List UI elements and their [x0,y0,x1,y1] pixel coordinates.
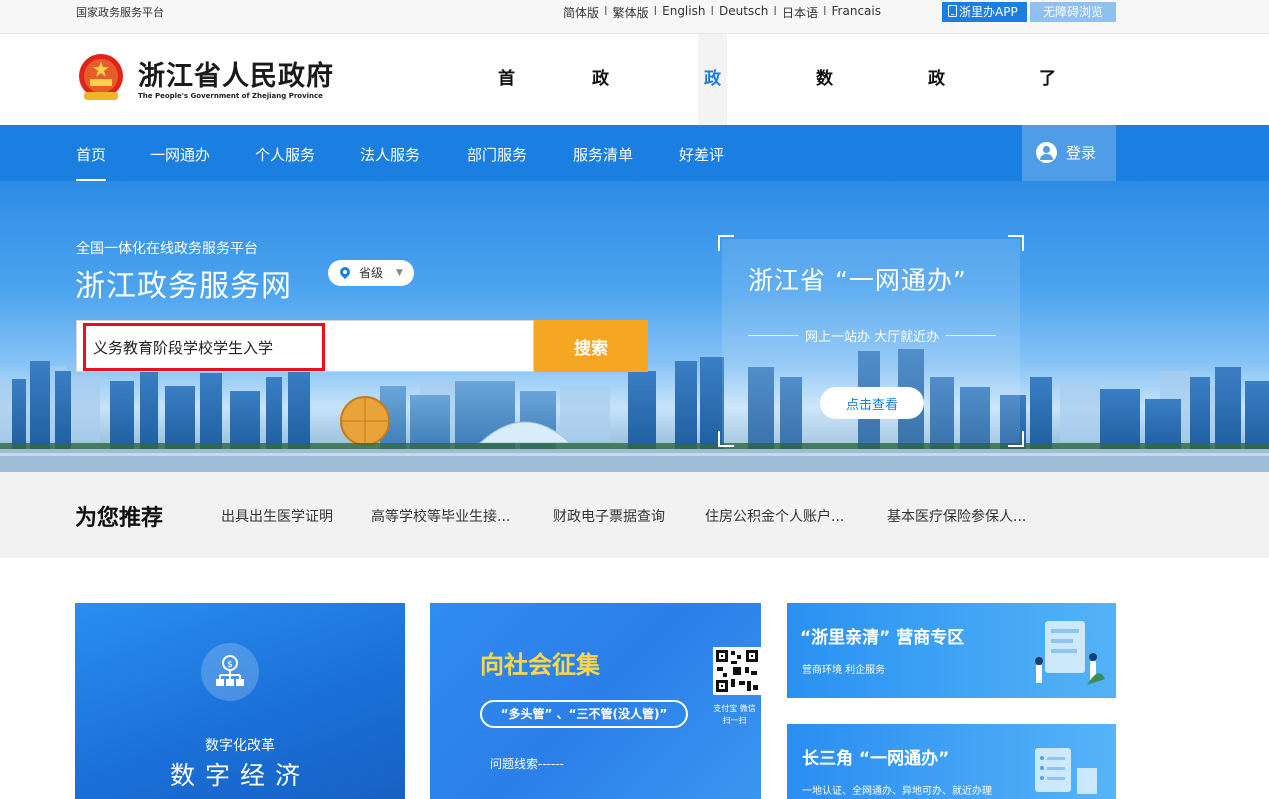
solicitation-pill: “多头管” 、“三不管(没人管)” [480,700,688,728]
recommend-link[interactable]: 基本医疗保险参保人... [887,506,1026,526]
business-illustration-icon [1035,621,1105,685]
region-label: 省级 [359,266,384,280]
subnav-personal[interactable]: 个人服务 [255,125,315,181]
lang-separator: I [604,4,608,18]
chevron-down-icon: ▼ [396,268,403,278]
recommend-heading: 为您推荐 [75,506,164,531]
divider-line [748,335,798,336]
digital-reform-card[interactable]: $ 数字化改革 数字经济 [75,603,405,799]
frame-corner [718,235,734,251]
hero-title: 浙江政务服务网 [75,269,292,304]
recommend-link[interactable]: 高等学校等毕业生接... [371,506,510,526]
recommend-link[interactable]: 出具出生医学证明 [221,506,333,526]
business-zone-subtitle: 营商环境 利企服务 [802,665,886,676]
login-label: 登录 [1066,144,1097,162]
lang-german[interactable]: Deutsch [719,4,768,21]
search-box [76,320,534,372]
lang-separator: I [822,4,827,18]
lang-separator: I [773,4,777,18]
app-download-button[interactable]: 浙里办APP [942,2,1027,22]
recommend-link[interactable]: 住房公积金个人账户... [705,506,844,526]
site-header: 浙江省人民政府 The People's Government of Zheji… [0,34,1269,362]
yangtze-delta-card[interactable]: 长三角 “一网通办” 一地认证、全网通办、异地可办、就近办理 [787,724,1116,799]
accessibility-button[interactable]: 无障碍浏览 [1030,2,1116,22]
nav-government-services[interactable]: 政务服务 [698,34,727,362]
user-icon [1036,142,1057,163]
lang-traditional[interactable]: 繁体版 [613,4,649,21]
nav-interaction[interactable]: 政民互动 [928,34,945,362]
recommend-bar: 为您推荐 出具出生医学证明 高等学校等毕业生接... 财政电子票据查询 住房公积… [0,472,1269,558]
frame-corner [1008,431,1024,447]
national-emblem-icon[interactable] [76,52,126,104]
public-solicitation-card[interactable]: 向社会征集 “多头管” 、“三不管(没人管)” 问题线索------ 支付宝 微… [430,603,761,799]
login-button[interactable]: 登录 [1022,125,1116,181]
business-zone-card[interactable]: “浙里亲清” 营商专区 营商环境 利企服务 [787,603,1116,698]
subnav-department[interactable]: 部门服务 [467,125,527,181]
subnav-one-stop[interactable]: 一网通办 [150,125,210,181]
lang-simplified[interactable]: 简体版 [563,4,599,21]
site-subtitle: The People's Government of Zhejiang Prov… [138,92,323,100]
yangtze-delta-title: 长三角 “一网通办” [802,749,950,769]
frame-corner [1008,235,1024,251]
site-title[interactable]: 浙江省人民政府 [138,54,334,93]
app-label: 浙里办APP [959,5,1018,19]
language-switcher: 简体版 I 繁体版 I English I Deutsch I 日本语 I Fr… [563,4,881,21]
solicitation-clue: 问题线索------ [490,757,564,771]
subnav-rating[interactable]: 好差评 [679,125,724,181]
promo-title: 浙江省 “一网通办” [748,266,967,295]
digital-reform-label: 数字化改革 [205,738,275,754]
region-selector[interactable]: 省级 ▼ [328,260,414,286]
subnav-service-list[interactable]: 服务清单 [573,125,633,181]
nav-open-data[interactable]: 数据开放 [816,34,833,362]
lang-separator: I [710,4,715,18]
lang-french[interactable]: Francais [832,4,881,21]
service-subnav: 首页 一网通办 个人服务 法人服务 部门服务 服务清单 好差评 登录 [0,125,1269,181]
nav-home[interactable]: 首页 [498,34,515,180]
view-details-button[interactable]: 点击查看 [820,387,924,419]
subnav-home[interactable]: 首页 [76,125,107,181]
search-input[interactable] [83,323,325,371]
phone-icon [948,5,957,17]
frame-corner [718,431,734,447]
promo-subtitle: 网上一站办 大厅就近办 [748,326,997,345]
recommend-link[interactable]: 财政电子票据查询 [553,506,665,526]
location-pin-icon [337,264,353,280]
qr-caption: 支付宝 微信 扫一扫 [713,704,756,725]
lang-separator: I [653,4,658,18]
hero-banner: 全国一体化在线政务服务平台 浙江政务服务网 省级 ▼ 搜索 浙江省 “一网通办”… [0,181,1269,472]
solicitation-title: 向社会征集 [480,651,600,679]
qr-code-icon [713,647,761,695]
org-chart-icon: $ [201,643,259,701]
nav-government-affairs[interactable]: 政务公开 [592,34,609,362]
search-button[interactable]: 搜索 [534,320,648,372]
hero-kicker: 全国一体化在线政务服务平台 [76,241,258,257]
business-zone-title: “浙里亲清” 营商专区 [800,628,965,648]
checklist-illustration-icon [1035,748,1097,794]
svg-text:$: $ [227,660,233,670]
national-platform-link[interactable]: 国家政务服务平台 [76,4,164,20]
digital-economy-label: 数字经济 [169,761,310,790]
lang-english[interactable]: English [662,4,705,21]
divider-line [946,335,997,336]
nav-about-zhejiang[interactable]: 了解浙江 [1039,34,1056,362]
yangtze-delta-subtitle: 一地认证、全网通办、异地可办、就近办理 [802,786,992,797]
top-utility-bar: 国家政务服务平台 简体版 I 繁体版 I English I Deutsch I… [0,0,1269,34]
lang-japanese[interactable]: 日本语 [782,4,818,21]
subnav-legal-entity[interactable]: 法人服务 [360,125,420,181]
org-chart-glyph: $ [216,655,244,686]
promo-subtitle-text: 网上一站办 大厅就近办 [804,330,940,345]
